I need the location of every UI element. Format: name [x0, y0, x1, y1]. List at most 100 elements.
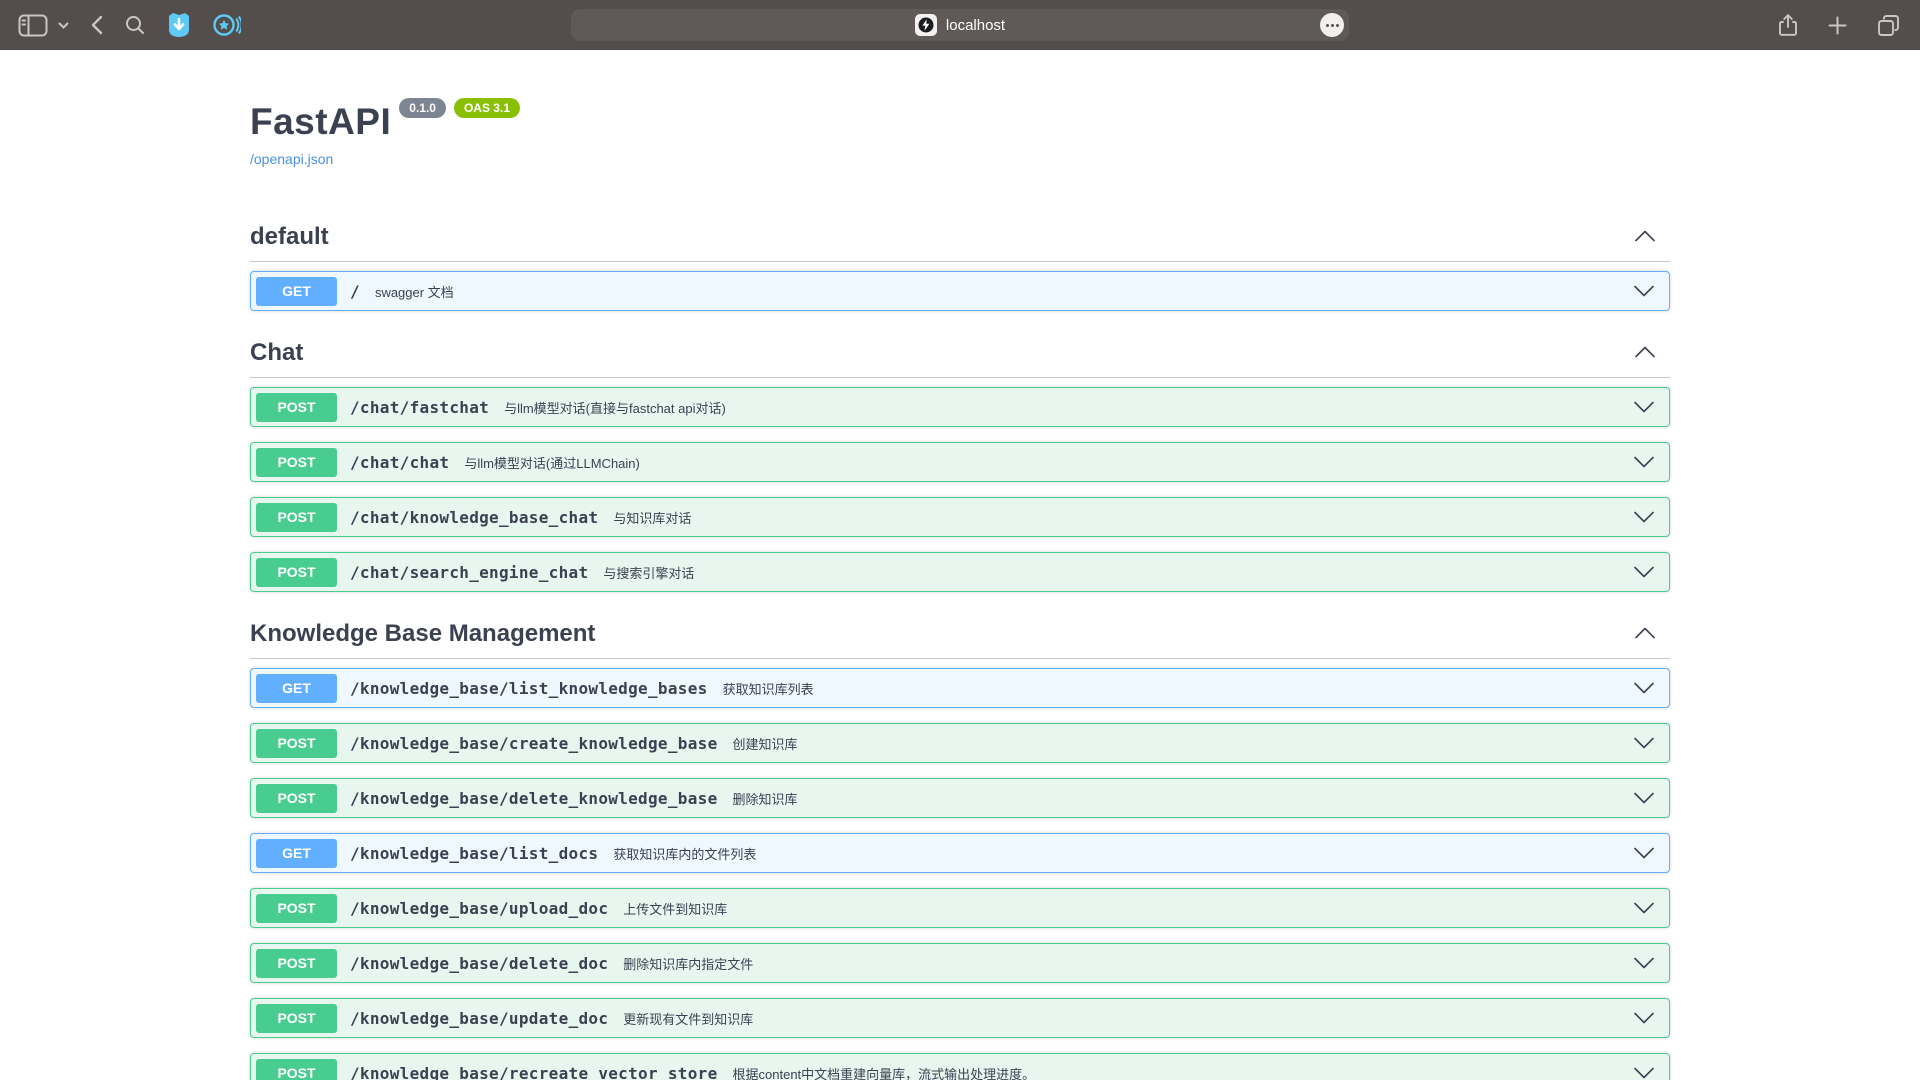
- endpoint-description: swagger 文档: [375, 282, 454, 301]
- browser-toolbar: localhost: [0, 0, 1920, 50]
- chevron-down-icon[interactable]: [1633, 285, 1655, 297]
- chevron-up-icon: [1634, 346, 1656, 361]
- api-info: FastAPI0.1.0OAS 3.1 /openapi.json: [250, 98, 1670, 167]
- section-collapse-button[interactable]: [1634, 230, 1656, 245]
- page-title: FastAPI: [250, 101, 391, 142]
- endpoint-path: /chat/chat: [350, 453, 449, 472]
- tab-overview-icon: [1877, 14, 1900, 37]
- method-badge: POST: [256, 1004, 337, 1033]
- endpoint-description: 创建知识库: [733, 734, 798, 753]
- endpoint-description: 与llm模型对话(通过LLMChain): [464, 453, 640, 472]
- chevron-down-icon[interactable]: [1633, 847, 1655, 859]
- search-button[interactable]: [123, 13, 147, 37]
- fastapi-favicon: [915, 14, 937, 36]
- method-badge: POST: [256, 729, 337, 758]
- endpoint-row[interactable]: GET /knowledge_base/list_docs 获取知识库内的文件列…: [250, 833, 1670, 873]
- section-title: Knowledge Base Management: [250, 620, 595, 648]
- endpoint-path: /chat/knowledge_base_chat: [350, 508, 598, 527]
- bookmark-extension-icon: [167, 12, 191, 38]
- method-badge: POST: [256, 1059, 337, 1080]
- page-menu-button[interactable]: [1320, 13, 1344, 37]
- method-badge: GET: [256, 277, 337, 306]
- endpoint-description: 与搜索引擎对话: [603, 563, 694, 582]
- radar-extension-icon: [213, 13, 241, 37]
- endpoint-row[interactable]: GET / swagger 文档: [250, 271, 1670, 311]
- endpoint-row[interactable]: POST /chat/knowledge_base_chat 与知识库对话: [250, 497, 1670, 537]
- endpoint-path: /knowledge_base/create_knowledge_base: [350, 734, 718, 753]
- method-badge: POST: [256, 558, 337, 587]
- chevron-down-icon[interactable]: [1633, 456, 1655, 468]
- api-tag-section: default GET / swagger 文档: [250, 223, 1670, 311]
- method-badge: POST: [256, 393, 337, 422]
- endpoint-description: 获取知识库内的文件列表: [613, 844, 756, 863]
- chevron-up-icon: [1634, 627, 1656, 642]
- endpoint-row[interactable]: POST /knowledge_base/recreate_vector_sto…: [250, 1053, 1670, 1080]
- share-icon: [1778, 13, 1798, 37]
- radar-extension-button[interactable]: [211, 11, 243, 39]
- endpoint-row[interactable]: POST /knowledge_base/update_doc 更新现有文件到知…: [250, 998, 1670, 1038]
- chevron-down-icon[interactable]: [1633, 566, 1655, 578]
- chevron-up-icon: [1634, 230, 1656, 245]
- chevron-down-icon[interactable]: [1633, 682, 1655, 694]
- chevron-down-icon[interactable]: [1633, 511, 1655, 523]
- back-chevron-icon: [91, 15, 103, 35]
- address-url: localhost: [946, 17, 1005, 34]
- endpoint-path: /chat/search_engine_chat: [350, 563, 588, 582]
- swagger-page: FastAPI0.1.0OAS 3.1 /openapi.json defaul…: [0, 50, 1920, 1080]
- endpoint-row[interactable]: POST /chat/chat 与llm模型对话(通过LLMChain): [250, 442, 1670, 482]
- tab-overview-button[interactable]: [1875, 12, 1902, 39]
- endpoint-description: 与llm模型对话(直接与fastchat api对话): [504, 398, 726, 417]
- chevron-down-icon[interactable]: [1633, 792, 1655, 804]
- endpoint-row[interactable]: POST /knowledge_base/create_knowledge_ba…: [250, 723, 1670, 763]
- chevron-down-icon[interactable]: [1633, 902, 1655, 914]
- new-tab-button[interactable]: [1826, 14, 1849, 37]
- share-button[interactable]: [1776, 11, 1800, 39]
- section-header[interactable]: Knowledge Base Management: [250, 620, 1670, 659]
- section-title: Chat: [250, 339, 303, 367]
- endpoint-path: /knowledge_base/delete_knowledge_base: [350, 789, 718, 808]
- chevron-down-icon[interactable]: [1633, 1012, 1655, 1024]
- endpoint-path: /chat/fastchat: [350, 398, 489, 417]
- section-collapse-button[interactable]: [1634, 346, 1656, 361]
- endpoint-path: /knowledge_base/update_doc: [350, 1009, 608, 1028]
- api-tag-section: Knowledge Base Management GET /knowledge…: [250, 620, 1670, 1080]
- chevron-down-icon[interactable]: [1633, 737, 1655, 749]
- method-badge: POST: [256, 894, 337, 923]
- endpoint-row[interactable]: POST /chat/search_engine_chat 与搜索引擎对话: [250, 552, 1670, 592]
- endpoint-row[interactable]: POST /knowledge_base/upload_doc 上传文件到知识库: [250, 888, 1670, 928]
- api-tag-section: Chat POST /chat/fastchat 与llm模型对话(直接与fas…: [250, 339, 1670, 592]
- endpoint-description: 与知识库对话: [613, 508, 691, 527]
- bookmark-extension-button[interactable]: [165, 10, 193, 40]
- chevron-down-icon[interactable]: [1633, 957, 1655, 969]
- version-badge: 0.1.0: [399, 98, 446, 118]
- method-badge: GET: [256, 839, 337, 868]
- endpoint-row[interactable]: POST /knowledge_base/delete_doc 删除知识库内指定…: [250, 943, 1670, 983]
- endpoint-path: /knowledge_base/list_docs: [350, 844, 598, 863]
- sidebar-toggle-button[interactable]: [16, 12, 50, 39]
- endpoint-list: GET / swagger 文档: [250, 262, 1670, 311]
- endpoint-path: /: [350, 282, 360, 301]
- address-bar[interactable]: localhost: [571, 9, 1349, 41]
- section-collapse-button[interactable]: [1634, 627, 1656, 642]
- endpoint-path: /knowledge_base/recreate_vector_store: [350, 1064, 718, 1080]
- endpoint-path: /knowledge_base/upload_doc: [350, 899, 608, 918]
- section-header[interactable]: default: [250, 223, 1670, 262]
- back-button[interactable]: [89, 13, 105, 37]
- section-title: default: [250, 223, 329, 251]
- search-icon: [125, 15, 145, 35]
- endpoint-description: 上传文件到知识库: [623, 899, 727, 918]
- sidebar-icon: [18, 14, 48, 37]
- endpoint-path: /knowledge_base/delete_doc: [350, 954, 608, 973]
- sidebar-menu-chevron-button[interactable]: [56, 20, 71, 31]
- openapi-spec-link[interactable]: /openapi.json: [250, 151, 1670, 167]
- method-badge: POST: [256, 503, 337, 532]
- endpoint-row[interactable]: GET /knowledge_base/list_knowledge_bases…: [250, 668, 1670, 708]
- endpoint-row[interactable]: POST /knowledge_base/delete_knowledge_ba…: [250, 778, 1670, 818]
- method-badge: GET: [256, 674, 337, 703]
- chevron-down-icon[interactable]: [1633, 401, 1655, 413]
- chevron-down-icon[interactable]: [1633, 1067, 1655, 1079]
- endpoint-description: 更新现有文件到知识库: [623, 1009, 753, 1028]
- section-header[interactable]: Chat: [250, 339, 1670, 378]
- endpoint-row[interactable]: POST /chat/fastchat 与llm模型对话(直接与fastchat…: [250, 387, 1670, 427]
- endpoint-path: /knowledge_base/list_knowledge_bases: [350, 679, 708, 698]
